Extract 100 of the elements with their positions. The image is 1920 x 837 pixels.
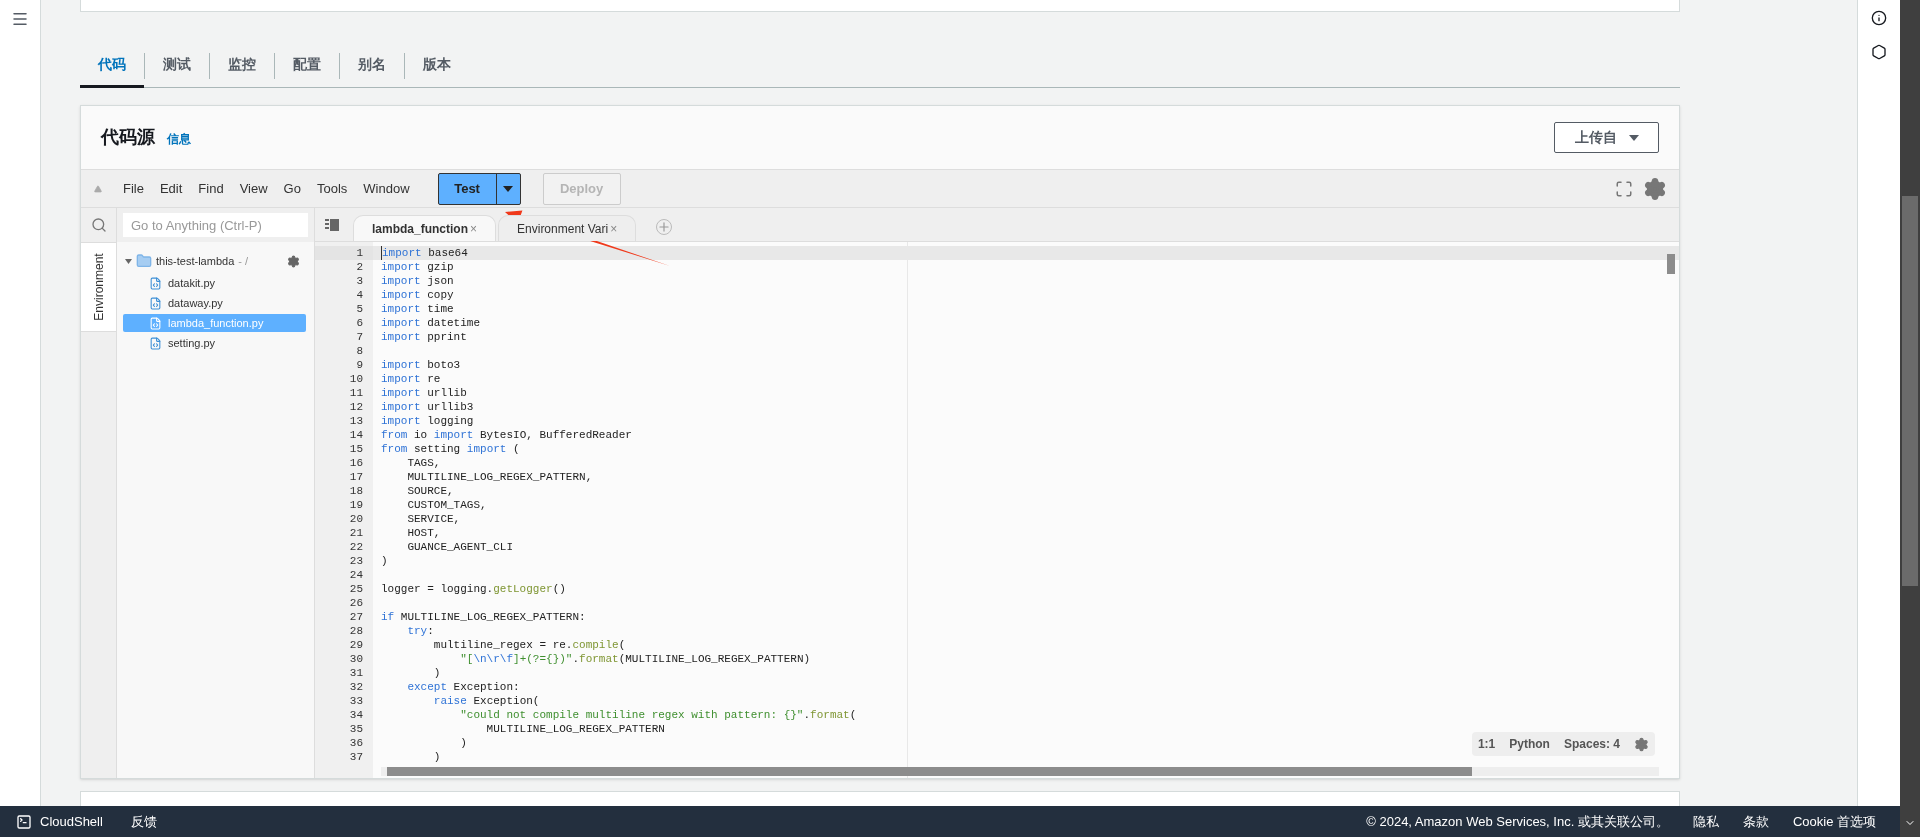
panel-title: 代码源 xyxy=(101,126,155,149)
language-mode[interactable]: Python xyxy=(1509,735,1550,753)
line-number: 8 xyxy=(355,344,364,358)
code-line: MULTILINE_LOG_REGEX_PATTERN xyxy=(485,722,665,736)
line-number: 11 xyxy=(348,386,364,400)
horizontal-scrollbar[interactable] xyxy=(381,767,1659,776)
code-line: HOST, xyxy=(406,526,441,540)
code-line: "could not compile multiline regex with pattern: {}".format( xyxy=(459,708,857,722)
line-number: 15 xyxy=(348,442,364,456)
menu-item[interactable]: Edit xyxy=(151,178,191,199)
line-number: 26 xyxy=(348,596,364,610)
tree-file[interactable]: setting.py xyxy=(123,334,306,352)
code-line: ) xyxy=(459,736,467,750)
line-number: 23 xyxy=(348,554,364,568)
line-number: 22 xyxy=(348,540,364,554)
page-scrollbar[interactable] xyxy=(1900,0,1920,837)
line-number: 30 xyxy=(348,652,364,666)
editor-tab[interactable]: lambda_function × xyxy=(353,215,497,241)
info-icon[interactable] xyxy=(1871,10,1887,26)
footer-link[interactable]: Cookie 首选项 xyxy=(1792,811,1876,832)
code-line: import urllib3 xyxy=(381,400,474,414)
code-line: MULTILINE_LOG_REGEX_PATTERN, xyxy=(406,470,593,484)
line-number: 28 xyxy=(348,624,364,638)
cloudshell-button[interactable]: CloudShell xyxy=(16,811,103,832)
line-number: 7 xyxy=(355,330,364,344)
code-line: import time xyxy=(381,302,454,316)
menu-item[interactable]: Window xyxy=(355,178,418,199)
line-number: 4 xyxy=(355,288,364,302)
footer-link[interactable]: 条款 xyxy=(1742,811,1769,832)
menu-item[interactable]: Tools xyxy=(308,178,356,199)
line-number: 14 xyxy=(348,428,364,442)
code-line: try: xyxy=(406,624,434,638)
tree-file[interactable]: dataway.py xyxy=(123,294,306,312)
cursor-position[interactable]: 1:1 xyxy=(1477,735,1496,753)
footer-link[interactable]: 隐私 xyxy=(1692,811,1719,832)
code-line: ) xyxy=(432,750,441,764)
fullscreen-icon[interactable] xyxy=(1615,179,1633,198)
settings-icon[interactable] xyxy=(287,254,300,268)
code-line: "[\n\r\f]+(?={})".format(MULTILINE_LOG_REGEX_PATTERN) xyxy=(459,652,811,666)
line-number: 21 xyxy=(348,526,364,540)
code-line: import datetime xyxy=(381,316,481,330)
menu-icon[interactable] xyxy=(11,10,29,28)
code-line: import gzip xyxy=(381,260,454,274)
tab[interactable]: 测试 xyxy=(145,44,209,88)
code-line: import json xyxy=(381,274,454,288)
code-line: ) xyxy=(381,554,388,568)
collapse-icon[interactable] xyxy=(93,184,103,193)
line-number: 34 xyxy=(348,708,364,722)
feedback-link[interactable]: 反馈 xyxy=(130,811,157,832)
menu-item[interactable]: File xyxy=(115,178,152,199)
code-file-icon xyxy=(149,336,162,350)
vertical-scrollbar[interactable] xyxy=(1667,254,1675,274)
line-number: 25 xyxy=(348,582,364,596)
search-icon[interactable] xyxy=(90,217,107,233)
tree-file[interactable]: datakit.py xyxy=(123,274,306,292)
caret-icon xyxy=(1628,134,1639,141)
info-link[interactable]: 信息 xyxy=(167,130,191,148)
settings-icon[interactable] xyxy=(1634,736,1649,752)
tab[interactable]: 版本 xyxy=(405,44,469,88)
tab[interactable]: 配置 xyxy=(275,44,339,88)
line-number: 31 xyxy=(348,666,364,680)
line-number: 13 xyxy=(348,414,364,428)
side-tab[interactable]: Environment xyxy=(81,242,116,332)
line-number: 17 xyxy=(348,470,364,484)
settings-icon[interactable] xyxy=(1643,176,1667,201)
code-line: multiline_regex = re.compile( xyxy=(432,638,626,652)
hexagon-icon[interactable] xyxy=(1871,44,1887,60)
editor-tab[interactable]: Environment Vari × xyxy=(498,215,637,241)
code-line: import base64 xyxy=(382,246,468,260)
menu-item[interactable]: Find xyxy=(190,178,232,199)
code-file-icon xyxy=(149,276,162,290)
upload-dropdown[interactable]: 上传自 xyxy=(1554,122,1659,153)
code-line: import re xyxy=(381,372,441,386)
tab[interactable]: 监控 xyxy=(210,44,274,88)
line-number: 1 xyxy=(315,246,373,260)
line-number: 37 xyxy=(348,750,364,764)
line-number: 33 xyxy=(348,694,364,708)
code-file-icon xyxy=(149,296,162,310)
line-number: 19 xyxy=(348,498,364,512)
line-number: 3 xyxy=(355,274,364,288)
code-line: import boto3 xyxy=(381,358,461,372)
expand-caret-icon[interactable] xyxy=(125,258,132,264)
indent-setting[interactable]: Spaces: 4 xyxy=(1563,735,1620,753)
code-line: import copy xyxy=(381,288,454,302)
tab-list-icon[interactable] xyxy=(325,219,339,231)
folder-icon xyxy=(136,253,152,269)
tab[interactable]: 别名 xyxy=(340,44,404,88)
menu-item[interactable]: View xyxy=(231,178,276,199)
code-line: import pprint xyxy=(381,330,467,344)
line-number: 35 xyxy=(348,722,364,736)
code-line: ) xyxy=(432,666,441,680)
folder-name[interactable]: this-test-lambda xyxy=(156,252,235,270)
menu-item[interactable]: Go xyxy=(275,178,309,199)
close-icon[interactable]: × xyxy=(470,219,478,238)
search-field[interactable]: Go to Anything (Ctrl-P) xyxy=(123,213,308,237)
line-number: 20 xyxy=(348,512,364,526)
line-number: 12 xyxy=(348,400,364,414)
code-line: TAGS, xyxy=(406,456,441,470)
line-number: 10 xyxy=(348,372,364,386)
caret-icon xyxy=(503,185,514,192)
